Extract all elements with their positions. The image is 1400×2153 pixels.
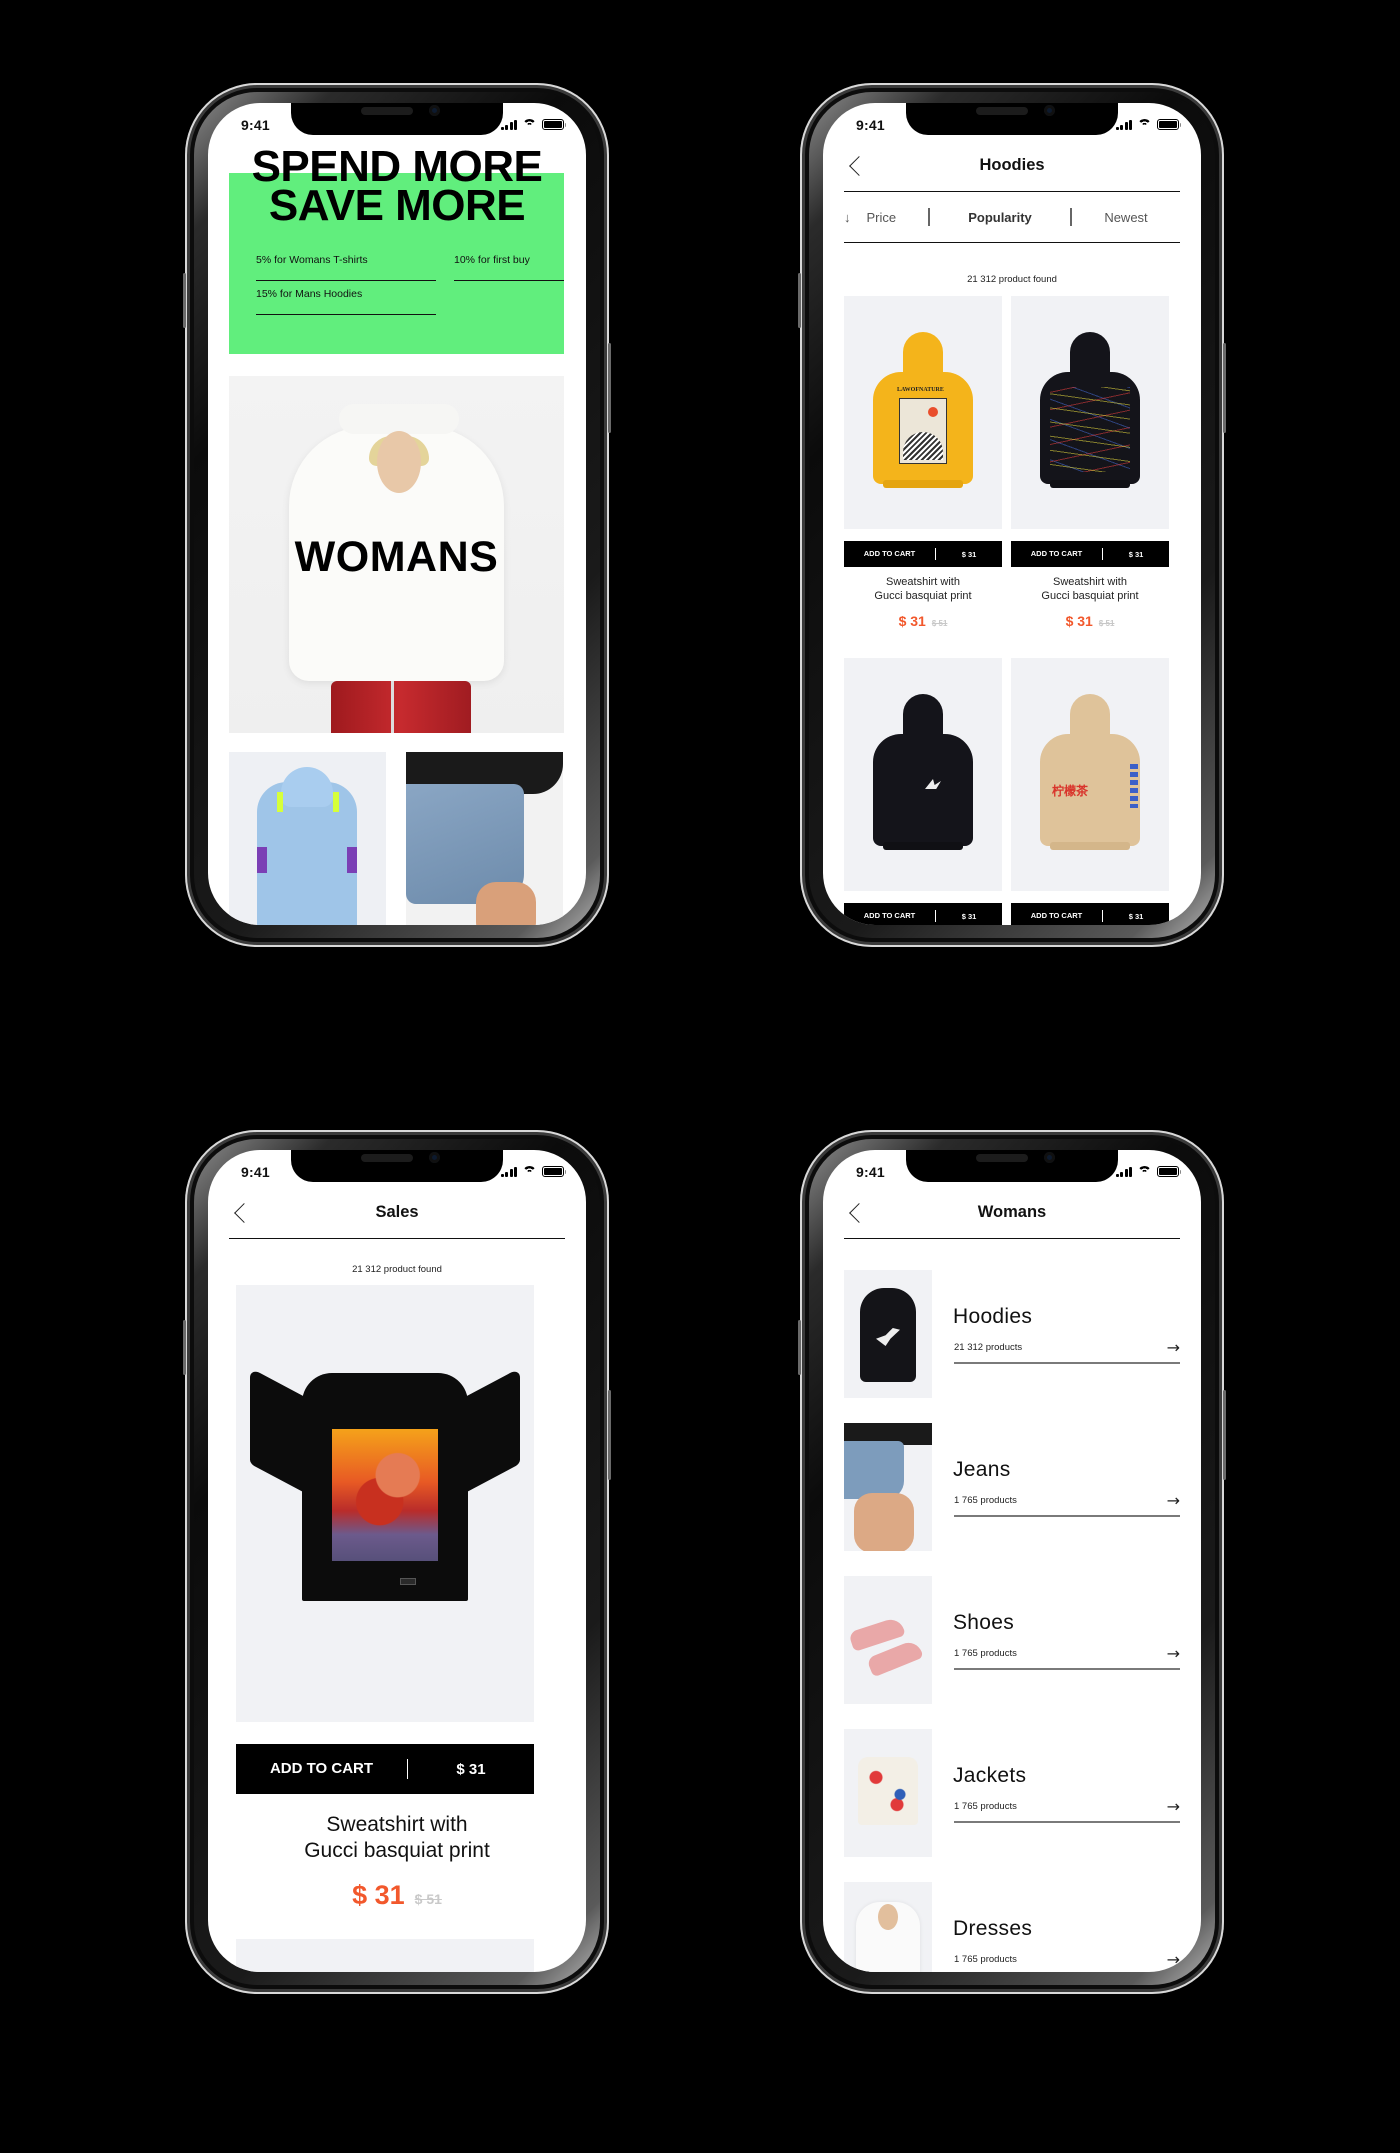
arrow-right-icon[interactable]: → (1167, 1491, 1180, 1510)
home-screen: 9:41 SPEND MORE SAVE MORE 5% for Womans … (208, 103, 586, 925)
add-to-cart-button[interactable]: ADD TO CART $ 31 (1011, 541, 1169, 567)
offer-mans-hoodies[interactable]: 15% for Mans Hoodies (256, 288, 436, 315)
category-row-hoodies[interactable]: Hoodies 21 312 products → (844, 1270, 1180, 1398)
promo-title: SPEND MORE SAVE MORE (208, 145, 586, 230)
sort-price[interactable]: ↓ Price (844, 208, 928, 226)
sort-bar: ↓ Price Popularity Newest (844, 192, 1180, 243)
battery-icon (1157, 119, 1181, 130)
status-time: 9:41 (856, 117, 885, 133)
signal-icon (500, 119, 517, 130)
status-bar: 9:41 (208, 1164, 586, 1184)
wifi-icon (522, 1166, 537, 1177)
camera-icon (1044, 1152, 1055, 1163)
category-thumb (844, 1729, 932, 1857)
page-title: Sales (375, 1203, 419, 1221)
product-price: $ 31 $ 51 (352, 1880, 442, 1910)
product-name: Sweatshirt with Gucci basquiat print (1041, 576, 1139, 602)
wifi-icon (522, 119, 537, 130)
signal-icon (500, 1166, 517, 1177)
status-bar: 9:41 (208, 117, 586, 137)
phone-womans: 9:41 Womans Hoodies 21 312 products → Je… (798, 1130, 1226, 1994)
product-card[interactable]: ADD TO CART $ 31 (844, 658, 1002, 925)
nav-header: Womans (844, 1193, 1180, 1239)
product-image-yellow-hoodie[interactable]: LAWOFNATURE (844, 296, 1002, 529)
womans-hero-card[interactable]: WOMANS (229, 376, 564, 733)
results-count: 21 312 product found (352, 1264, 442, 1275)
product-name: Sweatshirt with Gucci basquiat print (874, 576, 972, 602)
add-to-cart-button[interactable]: ADD TO CART $ 31 (1011, 903, 1169, 925)
wifi-icon (1137, 119, 1152, 130)
tshirt-artwork (332, 1429, 438, 1561)
product-image-black-crane-hoodie[interactable] (844, 658, 1002, 891)
arrow-right-icon[interactable]: → (1167, 1644, 1180, 1663)
phone-sales: 9:41 Sales 21 312 product found ADD TO C… (183, 1130, 611, 1994)
status-time: 9:41 (241, 117, 270, 133)
nav-header: Sales (229, 1193, 565, 1239)
next-product-image[interactable] (236, 1939, 534, 1972)
category-row-dresses[interactable]: Dresses 1 765 products → (844, 1882, 1180, 1972)
hero-label: WOMANS (294, 533, 499, 581)
phone-hoodies: 9:41 Hoodies ↓ Price Popularity Newest 2… (798, 83, 1226, 947)
sort-newest[interactable]: Newest (1072, 208, 1180, 226)
category-thumb (844, 1882, 932, 1972)
add-to-cart-button[interactable]: ADD TO CART $ 31 (844, 541, 1002, 567)
add-to-cart-button[interactable]: ADD TO CART $ 31 (236, 1744, 534, 1794)
product-price: $ 31 $ 51 (898, 613, 948, 629)
arrow-right-icon[interactable]: → (1167, 1338, 1180, 1357)
category-tile-jeans[interactable] (406, 752, 563, 925)
status-time: 9:41 (241, 1164, 270, 1180)
battery-icon (542, 1166, 566, 1177)
add-to-cart-button[interactable]: ADD TO CART $ 31 (844, 903, 1002, 925)
status-bar: 9:41 (823, 1164, 1201, 1184)
category-tile-jacket[interactable] (229, 752, 386, 925)
category-thumb (844, 1270, 932, 1398)
category-thumb (844, 1423, 932, 1551)
wifi-icon (1137, 1166, 1152, 1177)
status-bar: 9:41 (823, 117, 1201, 137)
product-price: $ 31 $ 51 (1065, 613, 1115, 629)
signal-icon (1115, 119, 1132, 130)
product-card[interactable]: 柠檬茶 ADD TO CART $ 31 (1011, 658, 1169, 925)
camera-icon (429, 1152, 440, 1163)
signal-icon (1115, 1166, 1132, 1177)
category-row-jeans[interactable]: Jeans 1 765 products → (844, 1423, 1180, 1551)
promo-title-line2: SAVE MORE (268, 181, 526, 230)
category-row-shoes[interactable]: Shoes 1 765 products → (844, 1576, 1180, 1704)
battery-icon (1157, 1166, 1181, 1177)
sort-popularity[interactable]: Popularity (928, 208, 1072, 226)
camera-icon (1044, 105, 1055, 116)
phone-home: 9:41 SPEND MORE SAVE MORE 5% for Womans … (183, 83, 611, 947)
old-price: $ 51 (414, 1891, 442, 1907)
page-title: Womans (977, 1203, 1047, 1221)
product-name: Sweatshirt with Gucci basquiat print (304, 1813, 490, 1862)
hoodies-screen: 9:41 Hoodies ↓ Price Popularity Newest 2… (823, 103, 1201, 925)
offer-first-buy[interactable]: 10% for first buy (454, 254, 564, 281)
page-title: Hoodies (979, 156, 1045, 174)
old-price: $ 51 (931, 619, 948, 628)
offer-womans-tshirts[interactable]: 5% for Womans T-shirts (256, 254, 436, 281)
womans-screen: 9:41 Womans Hoodies 21 312 products → Je… (823, 1150, 1201, 1972)
product-image-beige-hoodie[interactable]: 柠檬茶 (1011, 658, 1169, 891)
old-price: $ 51 (1098, 619, 1115, 628)
nav-header: Hoodies (844, 146, 1180, 192)
sales-screen: 9:41 Sales 21 312 product found ADD TO C… (208, 1150, 586, 1972)
product-card[interactable]: LAWOFNATURE ADD TO CART $ 31 Sweatshirt … (844, 296, 1002, 629)
status-time: 9:41 (856, 1164, 885, 1180)
arrow-right-icon[interactable]: → (1167, 1797, 1180, 1816)
battery-icon (542, 119, 566, 130)
camera-icon (429, 105, 440, 116)
category-thumb (844, 1576, 932, 1704)
sort-arrow-down-icon: ↓ (844, 209, 851, 225)
category-row-jackets[interactable]: Jackets 1 765 products → (844, 1729, 1180, 1857)
results-count: 21 312 product found (967, 274, 1057, 285)
product-image-tshirt[interactable] (236, 1285, 534, 1722)
arrow-right-icon[interactable]: → (1167, 1950, 1180, 1969)
product-image-black-graffiti-hoodie[interactable] (1011, 296, 1169, 529)
product-card[interactable]: ADD TO CART $ 31 Sweatshirt with Gucci b… (1011, 296, 1169, 629)
